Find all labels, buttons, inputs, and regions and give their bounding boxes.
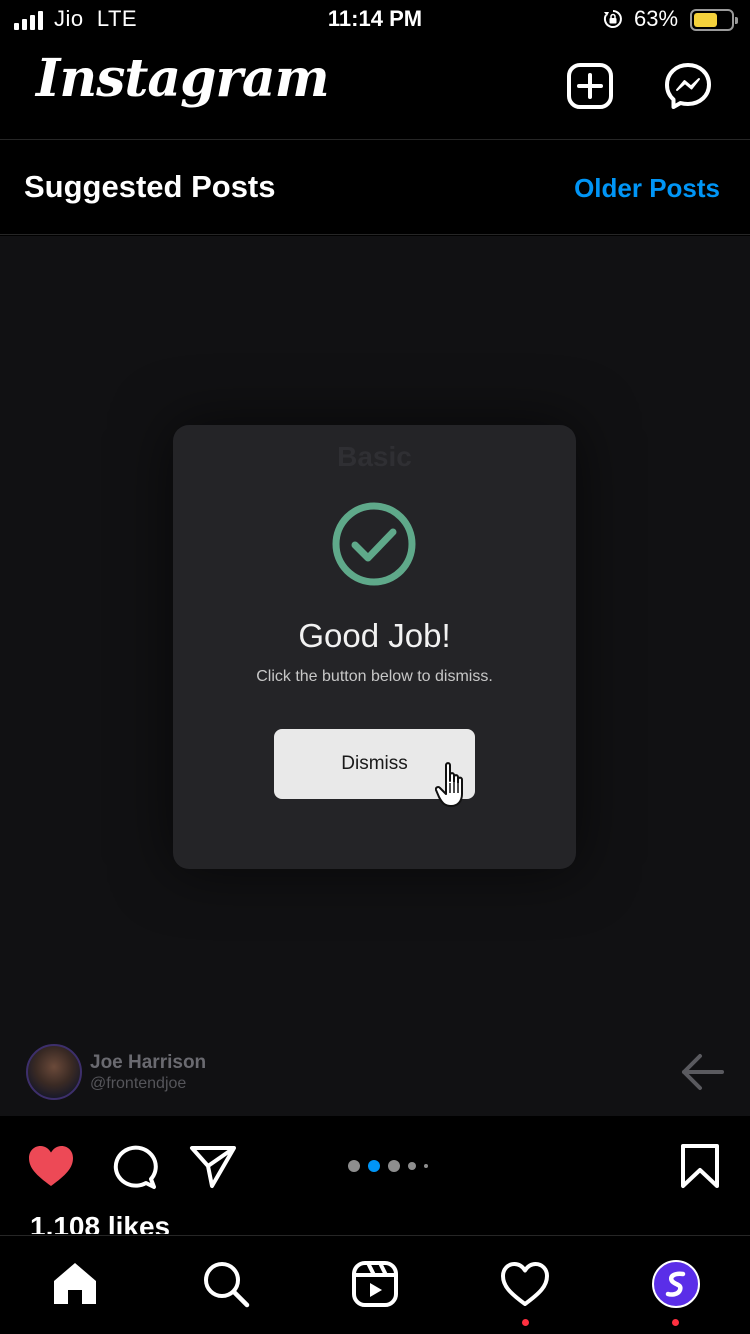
author-name: Joe Harrison <box>90 1052 207 1073</box>
bottom-tab-bar <box>0 1235 750 1334</box>
section-title: Suggested Posts <box>24 169 276 204</box>
carousel-dot <box>424 1164 428 1168</box>
heart-icon[interactable] <box>499 1258 551 1310</box>
battery-fill <box>694 13 717 27</box>
check-circle-icon <box>332 502 416 586</box>
card-faint-header: Basic <box>337 441 412 472</box>
profile-tab[interactable] <box>650 1258 702 1310</box>
carousel-indicator <box>348 1160 428 1172</box>
profile-logo-icon <box>665 1271 686 1297</box>
card-title: Good Job! <box>298 617 451 654</box>
new-post-icon[interactable] <box>564 60 616 112</box>
profile-notification-dot <box>672 1319 679 1326</box>
likes-count[interactable]: 1,108 likes <box>30 1210 170 1234</box>
messenger-icon[interactable] <box>662 60 714 112</box>
battery-percentage: 63% <box>634 6 679 31</box>
older-posts-link[interactable]: Older Posts <box>574 173 720 204</box>
instagram-logo[interactable]: Instagram <box>36 48 330 109</box>
post-actions <box>0 1116 750 1212</box>
search-icon[interactable] <box>200 1258 252 1310</box>
author-handle: @frontendjoe <box>90 1075 187 1092</box>
suggested-posts-bar: Suggested Posts Older Posts <box>0 141 750 235</box>
bookmark-icon[interactable] <box>676 1142 726 1190</box>
share-send-icon[interactable] <box>188 1142 238 1190</box>
home-icon[interactable] <box>49 1258 101 1310</box>
status-bar: Jio LTE 11:14 PM 63% <box>0 0 750 42</box>
hand-cursor-icon <box>435 762 463 807</box>
post-media[interactable]: Basic Good Job! Click the button below t… <box>0 236 750 1116</box>
battery-icon <box>690 9 738 31</box>
carousel-dot <box>388 1160 400 1172</box>
arrow-left-icon <box>682 1054 724 1090</box>
like-heart-icon[interactable] <box>26 1142 76 1190</box>
carousel-dot <box>408 1162 416 1170</box>
carousel-dot <box>348 1160 360 1172</box>
author-avatar <box>26 1044 82 1100</box>
activity-notification-dot <box>522 1319 529 1326</box>
card-subtitle: Click the button below to dismiss. <box>256 668 493 685</box>
profile-avatar <box>652 1260 700 1308</box>
comment-icon[interactable] <box>108 1142 158 1190</box>
success-modal-card: Basic Good Job! Click the button below t… <box>173 425 576 869</box>
reels-icon[interactable] <box>349 1258 401 1310</box>
carousel-dot <box>368 1160 380 1172</box>
rotation-lock-icon <box>603 10 622 28</box>
app-header: Instagram <box>0 42 750 140</box>
